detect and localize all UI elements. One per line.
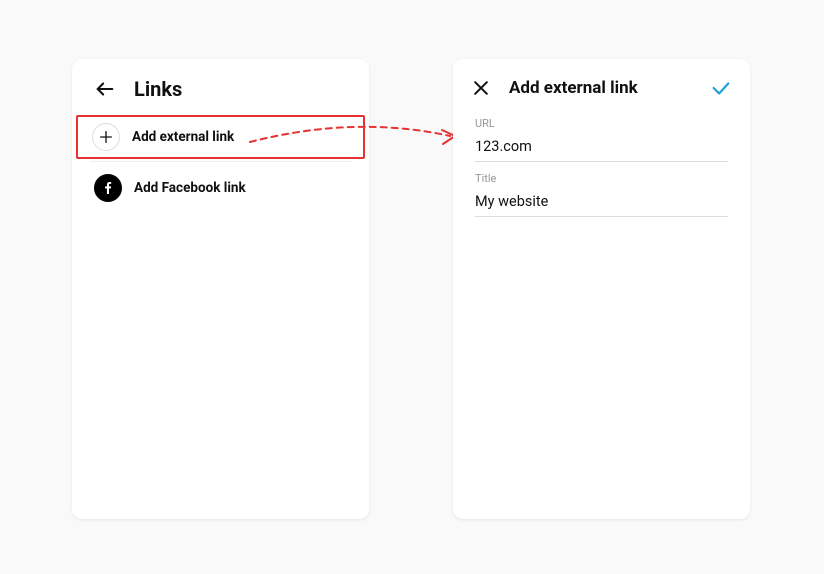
links-panel: Links Add external link Add Facebook lin… [72, 59, 369, 519]
add-facebook-link-label: Add Facebook link [134, 180, 246, 196]
back-arrow-icon[interactable] [94, 78, 116, 100]
title-label: Title [475, 172, 728, 185]
add-link-header: Add external link [453, 59, 750, 109]
plus-icon [92, 123, 120, 151]
url-input[interactable] [475, 134, 728, 162]
links-header: Links [72, 59, 369, 113]
links-title: Links [134, 77, 182, 101]
title-input[interactable] [475, 189, 728, 217]
add-external-link-item[interactable]: Add external link [76, 115, 365, 159]
url-field: URL [453, 109, 750, 164]
facebook-icon [94, 174, 122, 202]
add-facebook-link-item[interactable]: Add Facebook link [78, 166, 363, 210]
title-field: Title [453, 164, 750, 219]
divider [90, 161, 351, 162]
add-external-link-panel: Add external link URL Title [453, 59, 750, 519]
add-link-title: Add external link [509, 78, 692, 98]
url-label: URL [475, 117, 728, 130]
close-icon[interactable] [471, 78, 491, 98]
add-external-link-label: Add external link [132, 129, 234, 145]
confirm-check-icon[interactable] [710, 77, 732, 99]
